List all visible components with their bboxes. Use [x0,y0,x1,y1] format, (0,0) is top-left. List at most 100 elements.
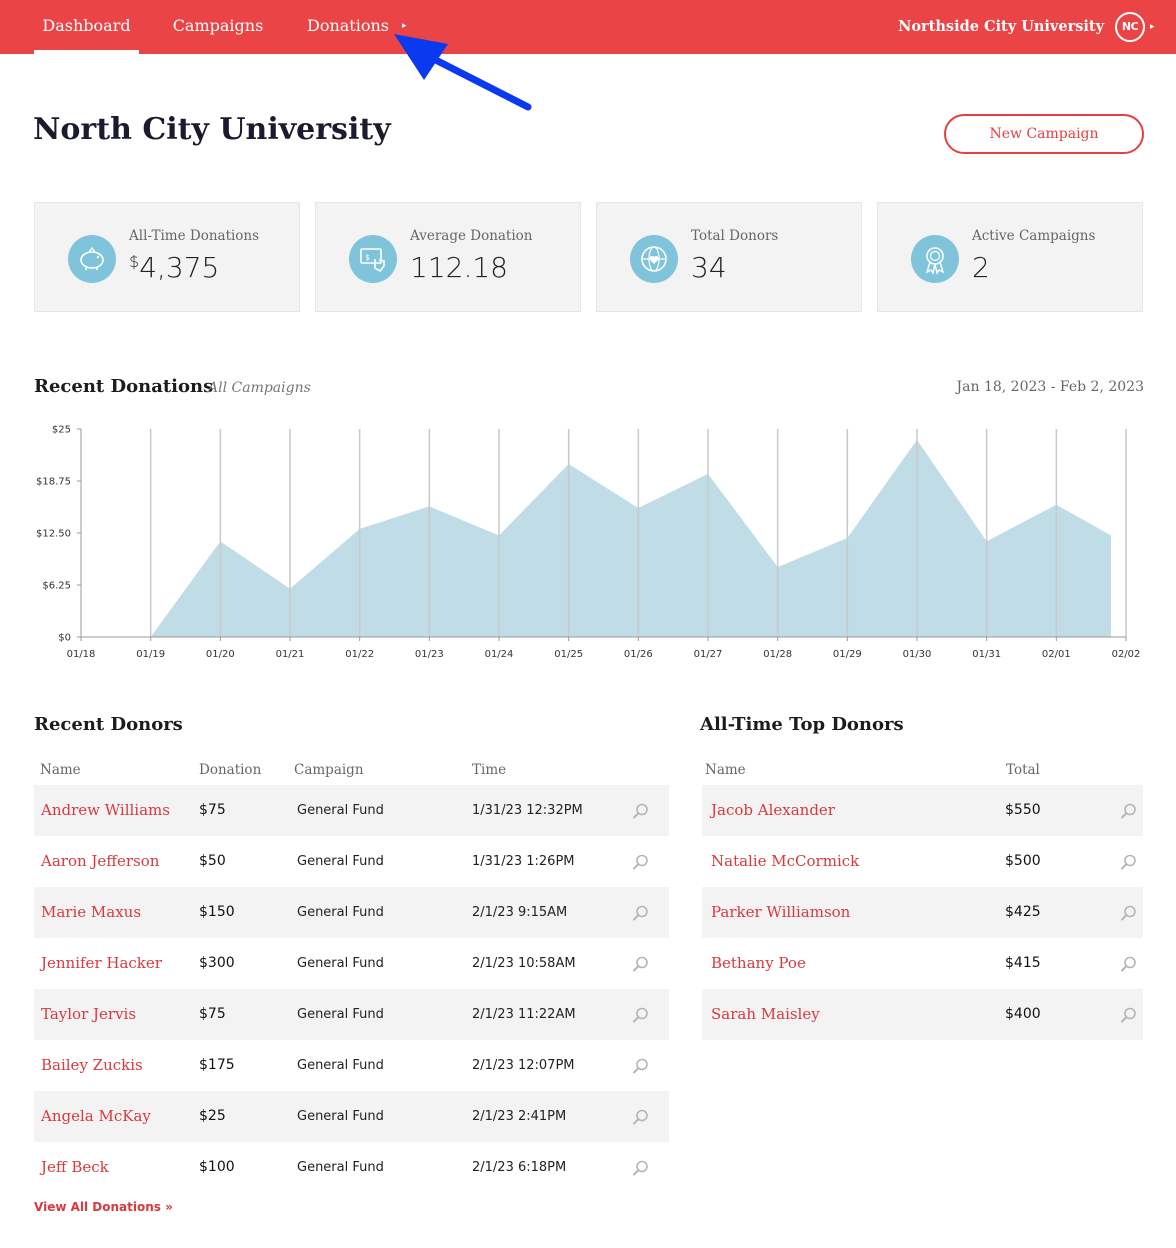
donor-name-link[interactable]: Jacob Alexander [711,785,835,836]
donor-name-link[interactable]: Jennifer Hacker [41,938,162,989]
donor-name-link[interactable]: Aaron Jefferson [41,836,159,887]
new-campaign-button[interactable]: New Campaign [944,114,1144,154]
stat-card-average-donation: $ Average Donation 112.18 [315,202,581,312]
donor-name-link[interactable]: Bethany Poe [711,938,806,989]
donation-time: 2/1/23 6:18PM [472,1160,567,1175]
chart-y-tick-label: $0 [58,633,71,644]
nav-tab-campaigns-label: Campaigns [172,16,264,35]
page-title: North City University [33,112,391,147]
stat-card-total-donors: Total Donors 34 [596,202,862,312]
chart-x-tick-label: 02/01 [1042,649,1071,660]
donation-time: 2/1/23 2:41PM [472,1109,567,1124]
search-icon[interactable] [632,1057,650,1075]
search-icon[interactable] [1120,802,1138,820]
chart-x-tick-label: 01/19 [136,649,165,660]
top-donors-title: All-Time Top Donors [700,714,904,735]
chart-x-tick-label: 01/26 [624,649,653,660]
recent-donations-title: Recent Donations [34,376,214,397]
nav-tab-dashboard[interactable]: Dashboard [34,0,139,54]
donation-time: 1/31/23 1:26PM [472,854,575,869]
table-row: Sarah Maisley $400 [702,989,1143,1040]
donor-name-link[interactable]: Bailey Zuckis [41,1040,143,1091]
donation-time: 2/1/23 12:07PM [472,1058,575,1073]
donor-name-link[interactable]: Jeff Beck [41,1142,109,1193]
col-header-donation[interactable]: Donation [199,762,261,778]
donor-name-link[interactable]: Parker Williamson [711,887,850,938]
campaign-name: General Fund [297,956,384,971]
search-icon[interactable] [1120,904,1138,922]
top-navbar: Dashboard Campaigns Donations ▸ Northsid… [0,0,1176,54]
campaign-name: General Fund [297,1109,384,1124]
donor-name-link[interactable]: Sarah Maisley [711,989,820,1040]
chart-x-tick-label: 01/29 [833,649,862,660]
donation-amount: $50 [199,853,226,869]
stat-value: 34 [691,251,727,284]
table-row: Bethany Poe $415 [702,938,1143,989]
search-icon[interactable] [632,904,650,922]
chart-date-range[interactable]: Jan 18, 2023 - Feb 2, 2023 [957,379,1144,395]
donation-amount: $75 [199,1006,226,1022]
chart-x-tick-label: 01/22 [345,649,374,660]
table-row: Aaron Jefferson $50 General Fund 1/31/23 1:… [34,836,669,887]
chart-x-tick-label: 01/24 [485,649,514,660]
col-header-campaign[interactable]: Campaign [294,762,364,778]
chart-x-tick-label: 01/28 [763,649,792,660]
campaign-name: General Fund [297,803,384,818]
chart-y-tick-label: $25 [52,425,71,436]
donor-name-link[interactable]: Natalie McCormick [711,836,859,887]
campaign-name: General Fund [297,1007,384,1022]
nav-tab-donations[interactable]: Donations [296,0,400,54]
search-icon[interactable] [632,1159,650,1177]
search-icon[interactable] [1120,955,1138,973]
nav-tab-donations-label: Donations [307,16,389,35]
org-switcher-name[interactable]: Northside City University [898,0,1104,54]
donor-name-link[interactable]: Angela McKay [41,1091,151,1142]
stat-card-all-time-donations: All-Time Donations $4,375 [34,202,300,312]
donor-name-link[interactable]: Marie Maxus [41,887,141,938]
table-row: Parker Williamson $425 [702,887,1143,938]
donor-total: $500 [1005,853,1041,869]
donation-amount: $175 [199,1057,235,1073]
table-row: Andrew Williams $75 General Fund 1/31/23 12… [34,785,669,836]
col-header-top-name[interactable]: Name [705,762,746,778]
table-row: Bailey Zuckis $175 General Fund 2/1/23 12:0… [34,1040,669,1091]
chart-x-tick-label: 01/23 [415,649,444,660]
search-icon[interactable] [1120,1006,1138,1024]
search-icon[interactable] [1120,853,1138,871]
donation-amount: $25 [199,1108,226,1124]
donation-amount: $75 [199,802,226,818]
chart-campaign-filter[interactable]: All Campaigns [208,380,311,396]
search-icon[interactable] [632,955,650,973]
ribbon-award-icon [911,235,959,283]
table-row: Jacob Alexander $550 [702,785,1143,836]
donor-name-link[interactable]: Taylor Jervis [41,989,136,1040]
chart-x-tick-label: 01/30 [903,649,932,660]
donation-time: 1/31/23 12:32PM [472,803,583,818]
col-header-time[interactable]: Time [472,762,506,778]
stat-label: Active Campaigns [972,228,1096,244]
org-badge-icon[interactable]: NC [1115,12,1145,42]
stat-label: Average Donation [410,228,533,244]
donor-name-link[interactable]: Andrew Williams [41,785,170,836]
campaign-name: General Fund [297,905,384,920]
donor-total: $425 [1005,904,1041,920]
stat-label: All-Time Donations [129,228,260,244]
chart-y-tick-label: $6.25 [42,581,71,592]
table-row: Natalie McCormick $500 [702,836,1143,887]
col-header-name[interactable]: Name [40,762,81,778]
donation-time: 2/1/23 10:58AM [472,956,576,971]
search-icon[interactable] [632,802,650,820]
table-row: Marie Maxus $150 General Fund 2/1/23 9:15AM [34,887,669,938]
recent-donations-chart: $0 $6.25 $12.50 $18.75 $25 01/18 01/19 01/20 01/… [36,425,1141,661]
chart-x-tick-label: 02/02 [1112,649,1141,660]
stat-label: Total Donors [691,228,779,244]
col-header-top-total[interactable]: Total [1006,762,1040,778]
search-icon[interactable] [632,853,650,871]
org-caret-icon[interactable]: ▸ [1150,21,1155,33]
search-icon[interactable] [632,1108,650,1126]
cheque-hand-icon: $ [349,235,397,283]
view-all-donations-link[interactable]: View All Donations » [34,1200,173,1214]
stat-card-active-campaigns: Active Campaigns 2 [877,202,1143,312]
nav-tab-campaigns[interactable]: Campaigns [160,0,276,54]
search-icon[interactable] [632,1006,650,1024]
